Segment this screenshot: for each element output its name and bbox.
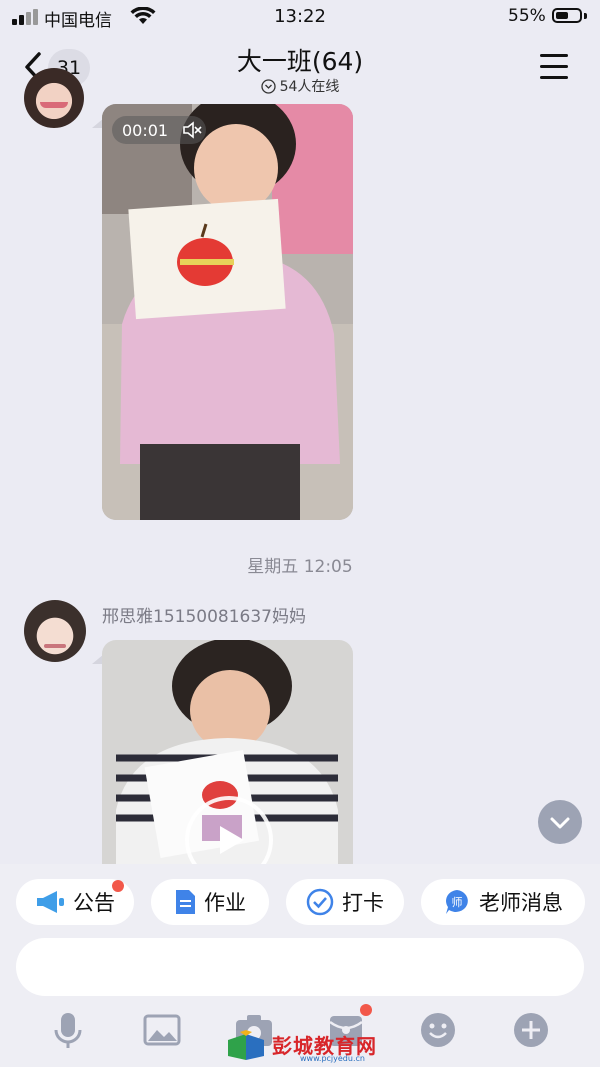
mute-icon[interactable] xyxy=(182,121,202,139)
online-count-label: 54人在线 xyxy=(279,79,340,95)
image-icon[interactable] xyxy=(142,1010,182,1050)
sender-avatar[interactable] xyxy=(24,600,86,662)
quick-action-homework[interactable]: 作业 xyxy=(151,879,269,925)
notification-dot xyxy=(112,880,124,892)
video-thumbnail xyxy=(102,104,353,520)
watermark-url: www.pcjyedu.cn xyxy=(300,1054,365,1063)
scroll-to-bottom-button[interactable] xyxy=(538,800,582,844)
status-bar: 中国电信 13:22 55% xyxy=(0,0,600,34)
video-message[interactable] xyxy=(102,104,353,520)
watermark-logo-icon xyxy=(228,1030,264,1060)
battery-icon xyxy=(552,8,582,23)
teacher-icon: 师 xyxy=(446,890,468,914)
microphone-icon[interactable] xyxy=(48,1010,88,1050)
plus-icon[interactable] xyxy=(511,1010,551,1050)
chevron-down-icon xyxy=(550,817,570,829)
sender-name: 邢思雅15150081637妈妈 xyxy=(102,607,306,627)
document-icon xyxy=(176,890,195,914)
message-timestamp: 星期五 12:05 xyxy=(247,557,353,577)
megaphone-icon xyxy=(37,891,64,913)
video-thumbnail xyxy=(102,640,353,864)
notification-dot xyxy=(360,1004,372,1016)
quick-action-checkin[interactable]: 打卡 xyxy=(286,879,404,925)
emoji-icon[interactable] xyxy=(418,1010,458,1050)
video-message[interactable] xyxy=(102,640,353,864)
checkin-icon xyxy=(306,888,334,916)
battery-percent: 55% xyxy=(508,6,546,26)
video-duration: 00:01 xyxy=(122,120,169,140)
message-input[interactable] xyxy=(16,938,584,996)
menu-icon[interactable] xyxy=(540,54,570,80)
video-duration-badge: 00:01 xyxy=(112,116,206,144)
quick-action-teacher-messages[interactable]: 师 老师消息 xyxy=(421,879,585,925)
chevron-circle-icon xyxy=(260,78,276,94)
avatar[interactable] xyxy=(24,68,84,128)
chat-title: 大一班(64) xyxy=(236,47,364,76)
svg-text:师: 师 xyxy=(452,896,463,909)
online-count[interactable]: 54人在线 xyxy=(0,76,600,96)
